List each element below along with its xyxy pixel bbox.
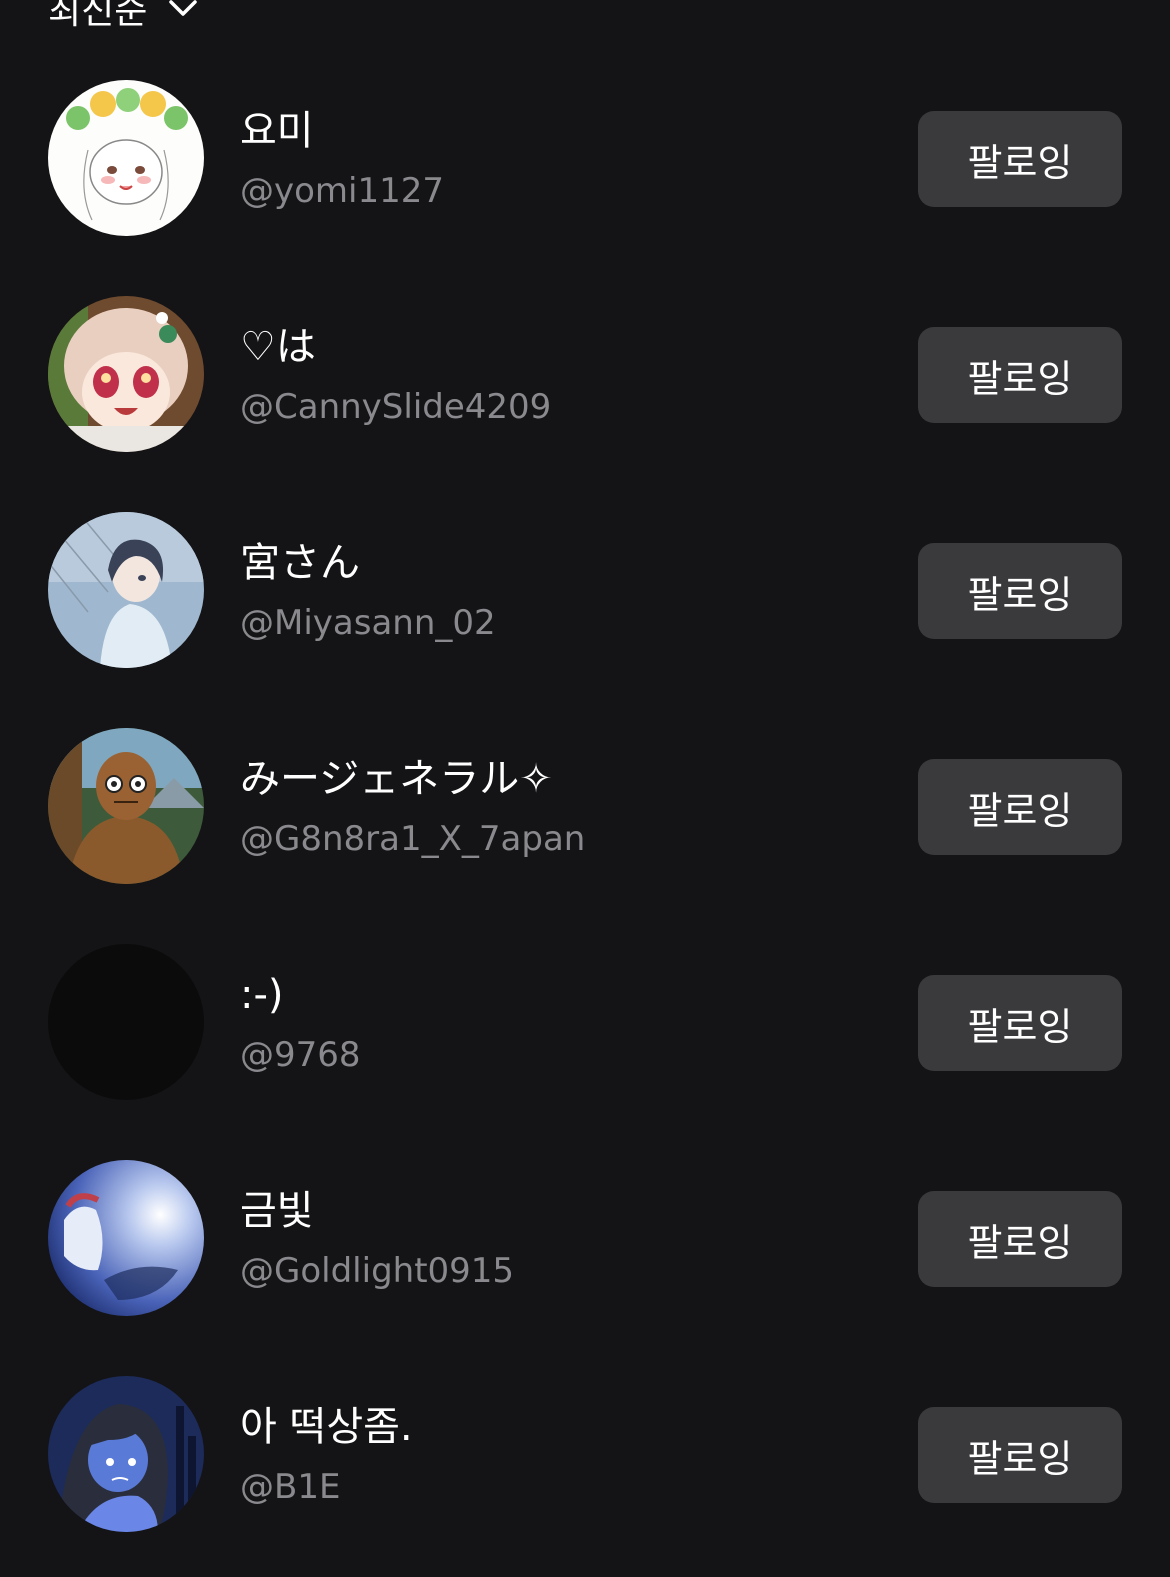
avatar[interactable] [48, 1160, 204, 1316]
following-button[interactable]: 팔로잉 [918, 327, 1122, 423]
list-item[interactable]: :-) @9768 팔로잉 [0, 929, 1170, 1145]
user-handle: @G8n8ra1_X_7apan [240, 819, 586, 859]
avatar[interactable] [48, 296, 204, 452]
user-name: みージェネラル✧ [240, 756, 553, 802]
avatar[interactable] [48, 80, 204, 236]
sort-dropdown[interactable]: 최신순 [48, 0, 201, 38]
user-handle: @Miyasann_02 [240, 603, 496, 643]
following-button[interactable]: 팔로잉 [918, 1191, 1122, 1287]
list-item[interactable]: 요미 @yomi1127 팔로잉 [0, 65, 1170, 281]
user-handle: @9768 [240, 1035, 361, 1075]
avatar[interactable] [48, 512, 204, 668]
list-item[interactable]: 금빛 @Goldlight0915 팔로잉 [0, 1145, 1170, 1361]
user-handle: @B1E [240, 1467, 341, 1507]
avatar[interactable] [48, 728, 204, 884]
following-button[interactable]: 팔로잉 [918, 111, 1122, 207]
avatar[interactable] [48, 1376, 204, 1532]
list-item[interactable]: 宮さん @Miyasann_02 팔로잉 [0, 497, 1170, 713]
user-name: ♡は [240, 324, 316, 370]
user-handle: @yomi1127 [240, 171, 445, 211]
list-item[interactable]: みージェネラル✧ @G8n8ra1_X_7apan 팔로잉 [0, 713, 1170, 929]
sort-label: 최신순 [48, 0, 148, 32]
following-button[interactable]: 팔로잉 [918, 759, 1122, 855]
user-handle: @Goldlight0915 [240, 1251, 515, 1291]
user-handle: @CannySlide4209 [240, 387, 552, 427]
user-name: 宮さん [240, 540, 360, 586]
user-name: 금빛 [240, 1188, 314, 1234]
user-name: :-) [240, 972, 284, 1018]
list-item[interactable]: ♡は @CannySlide4209 팔로잉 [0, 281, 1170, 497]
following-list: 요미 @yomi1127 팔로잉 ♡は @CannySlide4209 팔로잉 … [0, 65, 1170, 1577]
following-button[interactable]: 팔로잉 [918, 543, 1122, 639]
chevron-down-icon [169, 0, 198, 16]
list-item[interactable]: 아 떡상좀. @B1E 팔로잉 [0, 1361, 1170, 1577]
following-button[interactable]: 팔로잉 [918, 1407, 1122, 1503]
avatar[interactable] [48, 944, 204, 1100]
following-button[interactable]: 팔로잉 [918, 975, 1122, 1071]
user-name: 아 떡상좀. [240, 1404, 413, 1450]
user-name: 요미 [240, 108, 314, 154]
